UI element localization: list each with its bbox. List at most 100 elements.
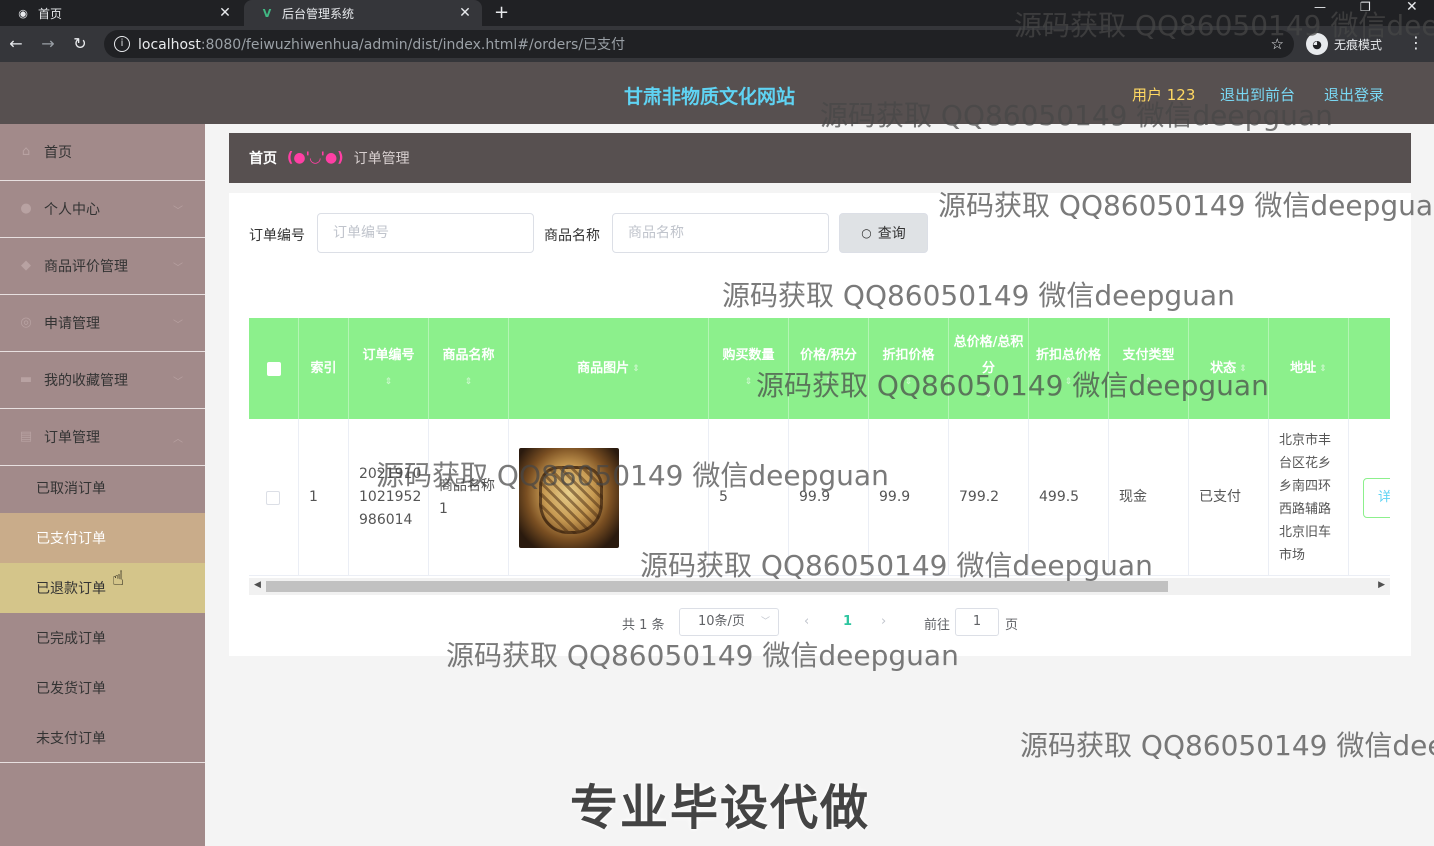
- page-number-current[interactable]: 1: [843, 614, 852, 629]
- bookmark-star-icon[interactable]: ☆: [1271, 35, 1284, 53]
- product-name-label: 商品名称: [544, 228, 600, 244]
- search-icon: ○: [861, 226, 872, 240]
- sidebar-item-orders[interactable]: ▤ 订单管理 ︿: [0, 409, 205, 466]
- cell-address: 北京市丰 台区花乡 乡南四环 西路辅路 北京旧车 市场: [1269, 419, 1349, 576]
- pagination: 共 1 条 10条/页 ﹀ ‹ 1 › 前往 1 页: [229, 608, 1411, 636]
- info-icon[interactable]: i: [114, 36, 130, 52]
- next-page-icon[interactable]: ›: [881, 614, 886, 629]
- sidebar-item-home[interactable]: ⌂ 首页: [0, 124, 205, 181]
- scroll-left-icon[interactable]: ◀: [254, 580, 261, 590]
- promo-watermark: 专业毕设代做: [570, 780, 871, 836]
- chevron-down-icon: ﹀: [173, 376, 183, 388]
- scrollbar-thumb[interactable]: [266, 581, 1168, 592]
- breadcrumb-separator: (●'◡'●): [287, 150, 344, 166]
- sidebar-sub-cancelled[interactable]: 已取消订单: [0, 463, 205, 513]
- detail-button[interactable]: 详: [1363, 477, 1390, 518]
- order-no-input[interactable]: 订单编号: [317, 213, 534, 253]
- sidebar-sub-completed[interactable]: 已完成订单: [0, 613, 205, 663]
- orders-panel: 订单编号 订单编号 商品名称 商品名称 ○ 查询 索引 订单编号 ⇕ 商品名称 ⇕ …: [229, 193, 1411, 656]
- tab-title: 首页: [38, 6, 63, 21]
- col-product-image[interactable]: 商品图片 ⇕: [509, 318, 709, 419]
- col-discount-price[interactable]: 折扣价格 ⇕: [869, 318, 949, 419]
- compass-icon: ◎: [20, 315, 32, 330]
- browser-toolbar: ← → ↻ i localhost:8080/feiwuzhiwenhua/ad…: [0, 26, 1434, 62]
- restore-icon[interactable]: ❐: [1360, 0, 1371, 26]
- col-product-name[interactable]: 商品名称 ⇕: [429, 318, 509, 419]
- col-status[interactable]: 状态 ⇕: [1189, 318, 1269, 419]
- url-text: localhost:8080/feiwuzhiwenhua/admin/dist…: [138, 37, 626, 53]
- back-to-front-link[interactable]: 退出到前台: [1220, 84, 1295, 105]
- col-quantity[interactable]: 购买数量 ⇕: [709, 318, 789, 419]
- query-button[interactable]: ○ 查询: [839, 213, 928, 253]
- select-all-cell: [249, 318, 299, 419]
- sidebar-sub-shipped[interactable]: 已发货订单: [0, 663, 205, 713]
- breadcrumb-home[interactable]: 首页: [249, 148, 277, 168]
- new-tab-icon[interactable]: +: [494, 0, 509, 26]
- sidebar-item-favorites[interactable]: ▬ 我的收藏管理 ﹀: [0, 352, 205, 409]
- chevron-down-icon: ﹀: [760, 617, 770, 627]
- sidebar-sub-paid[interactable]: 已支付订单: [0, 513, 205, 563]
- sidebar-item-profile[interactable]: ● 个人中心 ﹀: [0, 181, 205, 238]
- location-icon: ◆: [21, 258, 31, 273]
- tab-title: 后台管理系统: [282, 6, 355, 21]
- browser-tab-admin[interactable]: V 后台管理系统 ✕: [244, 0, 482, 26]
- globe-icon: ◉: [18, 6, 28, 20]
- sidebar-item-reviews[interactable]: ◆ 商品评价管理 ﹀: [0, 238, 205, 295]
- address-bar[interactable]: i localhost:8080/feiwuzhiwenhua/admin/di…: [104, 30, 1294, 58]
- goto-page-input[interactable]: 1: [955, 608, 999, 636]
- sidebar-sub-refunded[interactable]: 已退款订单: [0, 563, 205, 613]
- close-icon[interactable]: ✕: [456, 5, 474, 21]
- briefcase-icon: ▬: [19, 372, 33, 387]
- col-order-no[interactable]: 订单编号 ⇕: [349, 318, 429, 419]
- prev-page-icon[interactable]: ‹: [804, 614, 809, 629]
- col-pay-type[interactable]: 支付类型 ⇕: [1109, 318, 1189, 419]
- col-price[interactable]: 价格/积分 ⇕: [789, 318, 869, 419]
- select-all-checkbox[interactable]: [266, 361, 281, 376]
- cell-index: 1: [299, 419, 349, 576]
- col-index[interactable]: 索引: [299, 318, 349, 419]
- home-icon: ⌂: [21, 144, 31, 159]
- minimize-icon[interactable]: —: [1314, 0, 1326, 26]
- document-icon: ▤: [19, 429, 33, 444]
- sidebar-item-applications[interactable]: ◎ 申请管理 ﹀: [0, 295, 205, 352]
- browser-tab-home[interactable]: ◉ 首页 ✕: [0, 0, 242, 26]
- incognito-icon: ◕: [1306, 33, 1328, 55]
- logout-link[interactable]: 退出登录: [1324, 84, 1384, 105]
- product-thumbnail[interactable]: [519, 447, 619, 548]
- table-row: 1 2021910 1021952 986014 商品名称 1 5 99.9 99.9…: [249, 419, 1390, 576]
- table-header: 索引 订单编号 ⇕ 商品名称 ⇕ 商品图片 ⇕ 购买数量 ⇕ 价格/积分 ⇕ 折扣价格 ⇕…: [249, 318, 1390, 419]
- window-close-icon[interactable]: ✕: [1406, 0, 1418, 26]
- current-user: 用户 123: [1132, 86, 1196, 104]
- col-discount-total[interactable]: 折扣总价格 ⇕: [1029, 318, 1109, 419]
- goto-label: 前往: [924, 618, 951, 633]
- cell-pay-type: 现金: [1109, 419, 1189, 576]
- horizontal-scrollbar[interactable]: ◀ ▶: [249, 578, 1390, 595]
- col-total[interactable]: 总价格/总积分 ⇕: [949, 318, 1029, 419]
- cell-product-image: [509, 419, 709, 576]
- chevron-down-icon: ﹀: [173, 205, 183, 217]
- forward-icon[interactable]: →: [38, 34, 58, 53]
- row-checkbox[interactable]: [266, 490, 280, 505]
- cell-discount-price: 99.9: [869, 419, 949, 576]
- site-title: 甘肃非物质文化网站: [624, 86, 796, 108]
- app-header: 甘肃非物质文化网站 用户 123 退出到前台 退出登录: [0, 62, 1434, 124]
- cell-actions: 详: [1349, 419, 1390, 576]
- reload-icon[interactable]: ↻: [70, 34, 90, 53]
- page-size-select[interactable]: 10条/页 ﹀: [679, 608, 779, 636]
- chevron-up-icon: ︿: [173, 433, 183, 445]
- cell-status: 已支付: [1189, 419, 1269, 576]
- cell-quantity: 5: [709, 419, 789, 576]
- sidebar-sub-unpaid[interactable]: 未支付订单: [0, 713, 205, 763]
- cell-order-no: 2021910 1021952 986014: [349, 419, 429, 576]
- incognito-indicator[interactable]: ◕ 无痕模式: [1306, 31, 1382, 57]
- sidebar-menu: ⌂ 首页 ● 个人中心 ﹀ ◆ 商品评价管理 ﹀ ◎ 申请管理 ﹀ ▬ 我的收藏…: [0, 124, 205, 846]
- product-name-input[interactable]: 商品名称: [612, 213, 829, 253]
- cell-price: 99.9: [789, 419, 869, 576]
- hand-cursor-icon: ☝: [112, 566, 125, 590]
- browser-menu-icon[interactable]: ⋮: [1408, 33, 1424, 52]
- back-icon[interactable]: ←: [6, 34, 26, 53]
- close-icon[interactable]: ✕: [216, 5, 234, 21]
- col-address[interactable]: 地址 ⇕: [1269, 318, 1349, 419]
- scroll-right-icon[interactable]: ▶: [1378, 580, 1385, 590]
- goto-suffix: 页: [1005, 618, 1019, 633]
